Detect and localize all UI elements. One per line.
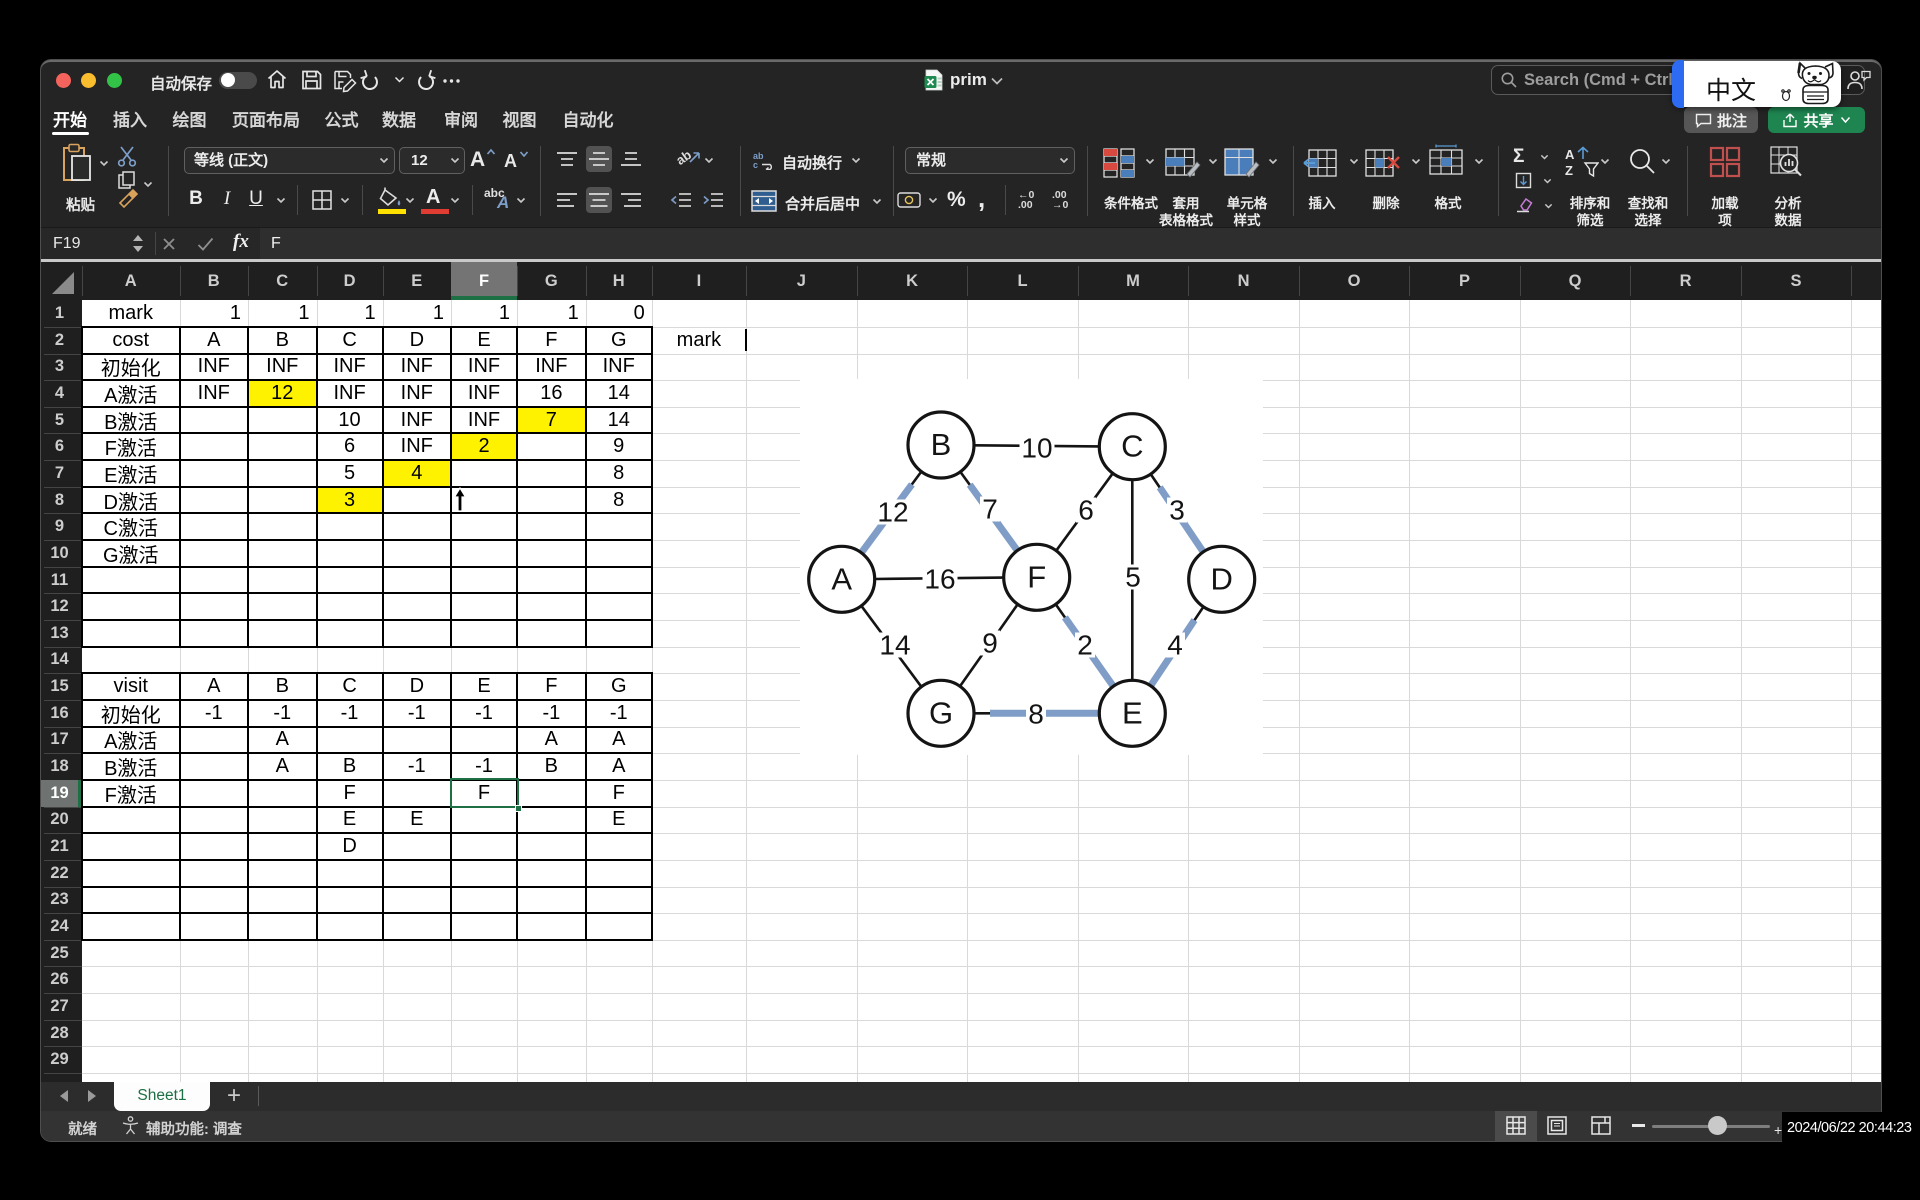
svg-text:6: 6 xyxy=(1078,495,1094,526)
svg-text:F: F xyxy=(1027,559,1046,594)
svg-text:5: 5 xyxy=(1125,562,1141,593)
svg-text:Z: Z xyxy=(1565,163,1573,178)
svg-text:9: 9 xyxy=(982,628,998,659)
svg-text:D: D xyxy=(1211,561,1233,596)
svg-text:8: 8 xyxy=(1028,699,1044,730)
svg-text:G: G xyxy=(929,695,953,730)
svg-text:16: 16 xyxy=(924,564,955,595)
svg-text:E: E xyxy=(1122,695,1143,730)
svg-text:4: 4 xyxy=(1167,630,1183,661)
svg-text:7: 7 xyxy=(982,494,998,525)
svg-text:A: A xyxy=(831,561,852,596)
svg-text:c: c xyxy=(753,160,758,170)
svg-text:A: A xyxy=(1565,147,1575,162)
svg-text:10: 10 xyxy=(1021,433,1052,464)
svg-text:12: 12 xyxy=(877,497,908,528)
svg-text:C: C xyxy=(1121,429,1143,464)
svg-text:B: B xyxy=(931,427,952,462)
svg-text:2: 2 xyxy=(1077,630,1093,661)
svg-text:14: 14 xyxy=(879,630,910,661)
svg-text:3: 3 xyxy=(1169,495,1185,526)
